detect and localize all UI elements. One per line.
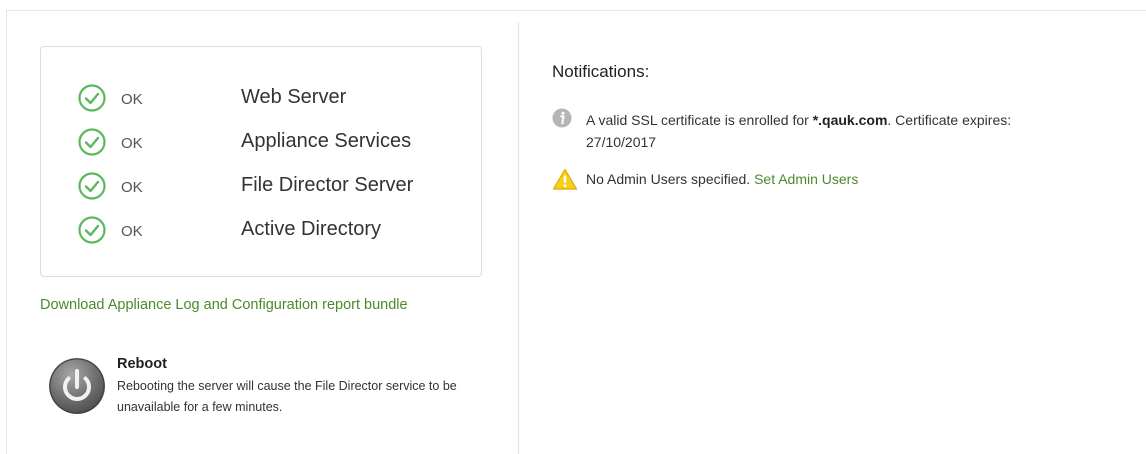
status-text: OK xyxy=(121,135,143,152)
status-row-web-server: OK Web Server xyxy=(77,83,477,115)
service-name: Appliance Services xyxy=(241,130,412,152)
check-circle-icon xyxy=(78,172,106,200)
status-row-active-directory: OK Active Directory xyxy=(77,215,477,247)
check-circle-icon xyxy=(78,84,106,112)
check-circle-icon xyxy=(78,128,106,156)
left-divider xyxy=(6,10,7,454)
ssl-domain: *.qauk.com xyxy=(812,112,888,128)
set-admin-users-link[interactable]: Set Admin Users xyxy=(754,171,858,187)
reboot-description: Rebooting the server will cause the File… xyxy=(117,379,457,414)
status-text: OK xyxy=(121,91,143,108)
service-name: File Director Server xyxy=(241,174,414,196)
reboot-title: Reboot xyxy=(117,356,167,372)
power-icon[interactable] xyxy=(48,357,106,415)
status-row-appliance-services: OK Appliance Services xyxy=(77,127,477,159)
status-text: OK xyxy=(121,223,143,240)
status-text: OK xyxy=(121,179,143,196)
service-name: Web Server xyxy=(241,86,347,108)
status-panel: OK Web Server OK Appliance Services OK F… xyxy=(40,46,482,277)
admin-warning-message: No Admin Users specified. xyxy=(586,171,755,187)
status-row-file-director-server: OK File Director Server xyxy=(77,171,477,203)
top-divider xyxy=(6,10,1146,11)
info-icon xyxy=(552,108,572,128)
ssl-notification-text: A valid SSL certificate is enrolled for … xyxy=(586,109,1066,153)
column-divider xyxy=(518,22,519,454)
warning-icon xyxy=(552,168,578,190)
ssl-text-prefix: A valid SSL certificate is enrolled for xyxy=(586,112,813,128)
notifications-heading: Notifications: xyxy=(552,62,650,81)
download-report-bundle-link[interactable]: Download Appliance Log and Configuration… xyxy=(40,297,408,313)
service-name: Active Directory xyxy=(241,218,382,240)
check-circle-icon xyxy=(78,216,106,244)
admin-warning-text: No Admin Users specified. Set Admin User… xyxy=(586,171,858,187)
